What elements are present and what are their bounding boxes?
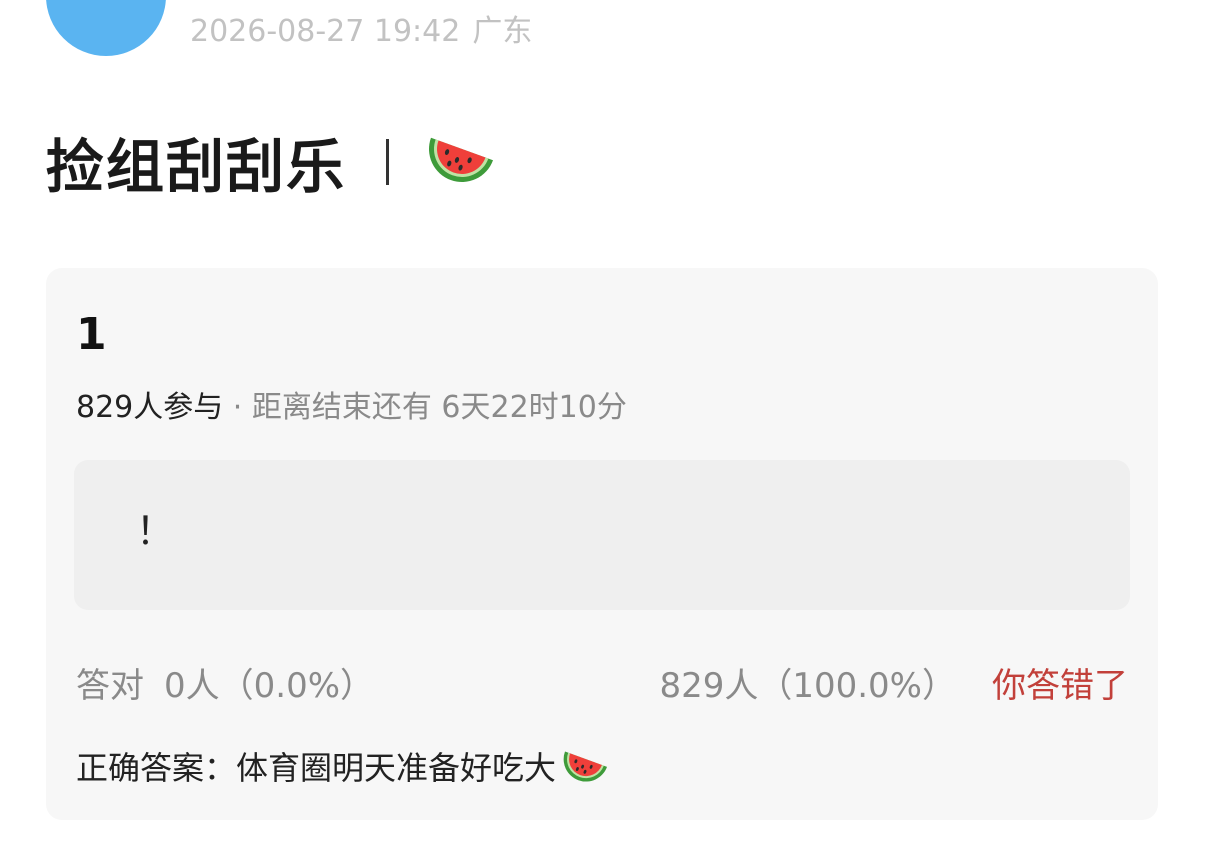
watermelon-icon — [560, 747, 612, 789]
correct-label: 答对 — [76, 666, 144, 706]
user-answer-box: ！ — [74, 460, 1130, 610]
post-meta: 2026-08-27 19:42 广东 — [190, 12, 532, 52]
avatar[interactable] — [46, 0, 166, 56]
post-location: 广东 — [472, 14, 533, 49]
quiz-stats: 829人参与 · 距离结束还有 6天22时10分 — [76, 388, 627, 428]
correct-answer-line: 正确答案：体育圈明天准备好吃大 — [76, 746, 612, 790]
post-title: 捡组刮刮乐 — [46, 133, 347, 201]
participant-count: 829人参与 — [76, 390, 224, 425]
correct-result: 答对 0人（0.0%） — [76, 664, 374, 708]
correct-stats: 0人（0.0%） — [164, 666, 375, 706]
post-title-row: 捡组刮刮乐 — [46, 126, 499, 201]
wrong-result: 829人（100.0%） 你答错了 — [659, 664, 1128, 708]
wrong-answer-badge: 你答错了 — [992, 666, 1128, 706]
quiz-card[interactable]: 1 829人参与 · 距离结束还有 6天22时10分 ！ 答对 0人（0.0%） … — [46, 268, 1158, 820]
quiz-deadline: · 距离结束还有 6天22时10分 — [223, 390, 627, 425]
post-timestamp: 2026-08-27 19:42 — [190, 14, 461, 49]
title-divider — [386, 139, 390, 185]
user-answer-text: ！ — [136, 509, 175, 553]
watermelon-icon — [425, 131, 499, 193]
question-number: 1 — [76, 309, 107, 360]
correct-answer-text: 正确答案：体育圈明天准备好吃大 — [76, 749, 557, 787]
wrong-stats: 829人（100.0%） — [659, 666, 956, 706]
